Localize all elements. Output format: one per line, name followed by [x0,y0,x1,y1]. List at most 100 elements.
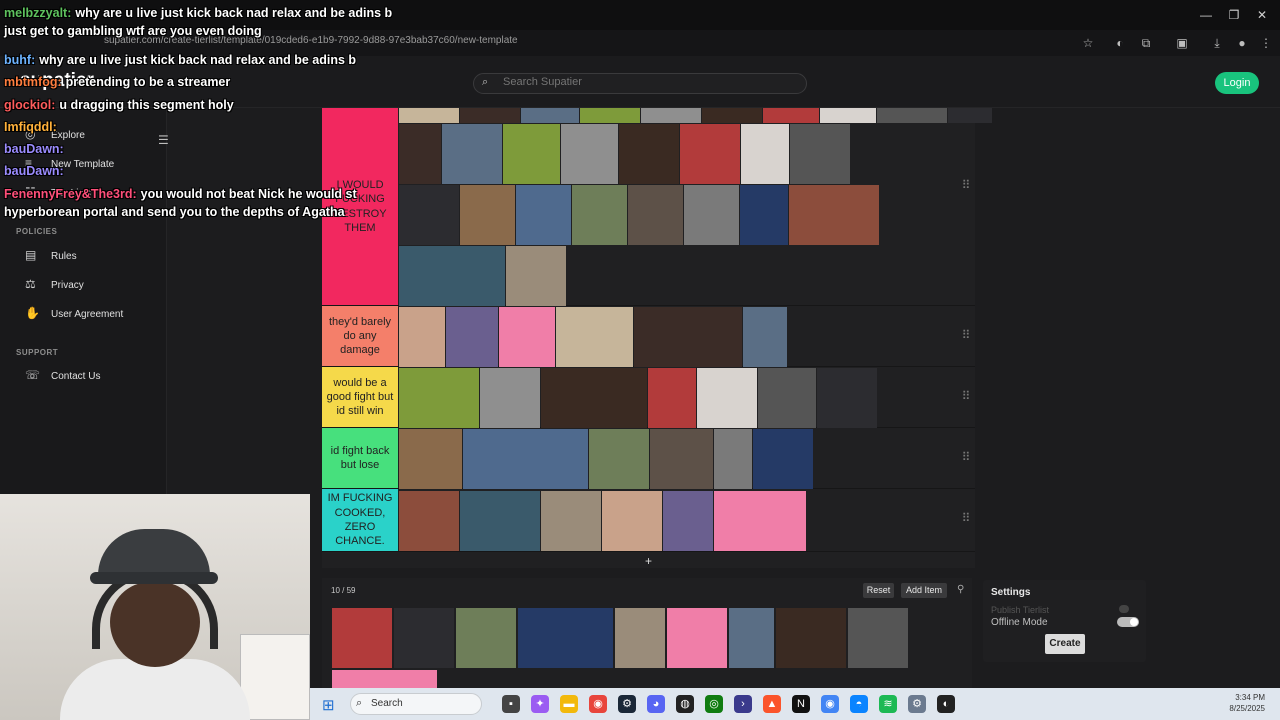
tier-item-image[interactable] [790,124,850,184]
maximize-icon[interactable]: ❐ [1224,6,1244,24]
tier-item-image[interactable] [399,108,459,123]
tier-item-image[interactable] [399,491,459,551]
close-icon[interactable]: ✕ [1252,6,1272,24]
sidepanel-icon[interactable]: ▣ [1174,35,1190,51]
tier-item-image[interactable] [817,368,877,428]
drag-handle-icon[interactable]: ⠿ [957,389,975,403]
tier-item-image[interactable] [680,124,740,184]
tier-label[interactable]: IM FUCKING COOKED, ZERO CHANCE. [322,489,398,551]
tier-item-image[interactable] [460,491,540,551]
tier-item-image[interactable] [820,108,876,123]
tier-item-image[interactable] [460,108,520,123]
pool-item-image[interactable] [729,608,774,668]
tier-item-image[interactable] [521,108,579,123]
obs-icon[interactable]: ◐ [937,695,955,713]
tier-item-image[interactable] [399,185,459,245]
sidebar-item-contact-us[interactable]: ☏ Contact Us [25,368,100,382]
tier-item-image[interactable] [503,124,560,184]
pool-item-image[interactable] [667,608,727,668]
tier-item-image[interactable] [399,307,445,367]
tier-item-image[interactable] [628,185,683,245]
tier-item-image[interactable] [399,124,441,184]
add-item-button[interactable]: Add Item [901,583,947,598]
puzzle-icon[interactable]: ⧉ [1138,35,1154,51]
steam-icon[interactable]: ⚙ [618,695,636,713]
tier-item-image[interactable] [580,108,640,123]
hamburger-menu-icon[interactable]: ☰ [158,133,169,147]
tier-item-image[interactable] [634,307,742,367]
publish-toggle[interactable] [1119,605,1129,613]
tier-item-image[interactable] [758,368,816,428]
tier-item-image[interactable] [619,124,679,184]
powershell-icon[interactable]: › [734,695,752,713]
brave-icon[interactable]: ▲ [763,695,781,713]
xbox-icon[interactable]: ◎ [705,695,723,713]
drag-handle-icon[interactable]: ⠿ [957,178,975,192]
tier-item-image[interactable] [516,185,571,245]
spotify-icon[interactable]: ≋ [879,695,897,713]
offline-mode-toggle[interactable] [1117,617,1139,627]
notion-icon[interactable]: N [792,695,810,713]
tier-item-image[interactable] [877,108,947,123]
tier-item-image[interactable] [561,124,618,184]
tier-item-image[interactable] [663,491,713,551]
pool-item-image[interactable] [615,608,665,668]
sidebar-item-user-agreement[interactable]: ✋ User Agreement [25,306,123,320]
tier-item-image[interactable] [743,307,787,367]
search-input[interactable] [503,76,793,88]
sidebar-item-rules[interactable]: ▤ Rules [25,248,77,262]
tier-item-image[interactable] [740,185,788,245]
tier-item-image[interactable] [650,429,713,489]
folder-icon[interactable]: ▬ [560,695,578,713]
pool-item-image[interactable] [332,608,392,668]
sidebar-item-privacy[interactable]: ⚖ Privacy [25,277,84,291]
create-button[interactable]: Create [1045,634,1085,654]
windows-start-icon[interactable]: ⊞ [322,696,335,714]
pool-item-image[interactable] [518,608,613,668]
tier-item-image[interactable] [460,185,515,245]
star-icon[interactable]: ☆ [1080,35,1096,51]
chrome-active-icon[interactable]: ◉ [821,695,839,713]
tier-item-image[interactable] [714,491,806,551]
tier-item-image[interactable] [741,124,789,184]
tier-item-image[interactable] [480,368,540,428]
tier-item-image[interactable] [499,307,555,367]
tier-item-image[interactable] [648,368,696,428]
copilot-icon[interactable]: ✦ [531,695,549,713]
edge-icon[interactable]: ◓ [850,695,868,713]
tier-label[interactable]: id fight back but lose [322,428,398,488]
minimize-icon[interactable]: — [1196,6,1216,24]
pool-item-image[interactable] [394,608,454,668]
tier-item-image[interactable] [399,429,462,489]
profile-icon[interactable]: ● [1234,35,1250,51]
tier-item-image[interactable] [463,429,588,489]
tier-item-image[interactable] [541,491,601,551]
tier-item-image[interactable] [399,368,479,428]
tier-item-image[interactable] [589,429,649,489]
reset-button[interactable]: Reset [863,583,894,598]
pool-item-image[interactable] [848,608,908,668]
tier-item-image[interactable] [556,307,633,367]
task-view-icon[interactable]: ▪ [502,695,520,713]
tier-item-image[interactable] [684,185,739,245]
pool-item-image[interactable] [332,670,437,688]
chrome-icon[interactable]: ◉ [589,695,607,713]
tier-item-image[interactable] [697,368,757,428]
discord-icon[interactable]: ◕ [647,695,665,713]
pool-item-image[interactable] [456,608,516,668]
add-tier-button[interactable]: + [322,554,975,568]
pin-icon[interactable]: ⚲ [957,584,964,595]
tier-item-image[interactable] [753,429,813,489]
tier-item-image[interactable] [442,124,502,184]
app-icon[interactable]: ◍ [676,695,694,713]
drag-handle-icon[interactable]: ⠿ [957,328,975,342]
tier-item-image[interactable] [948,108,992,123]
settings-gear-icon[interactable]: ⚙ [908,695,926,713]
kebab-menu-icon[interactable]: ⋮ [1258,35,1274,51]
tier-item-image[interactable] [789,185,879,245]
tier-item-image[interactable] [602,491,662,551]
tier-item-image[interactable] [446,307,498,367]
tier-item-image[interactable] [763,108,819,123]
tier-item-image[interactable] [702,108,762,123]
download-icon[interactable]: ⤓ [1209,35,1225,51]
